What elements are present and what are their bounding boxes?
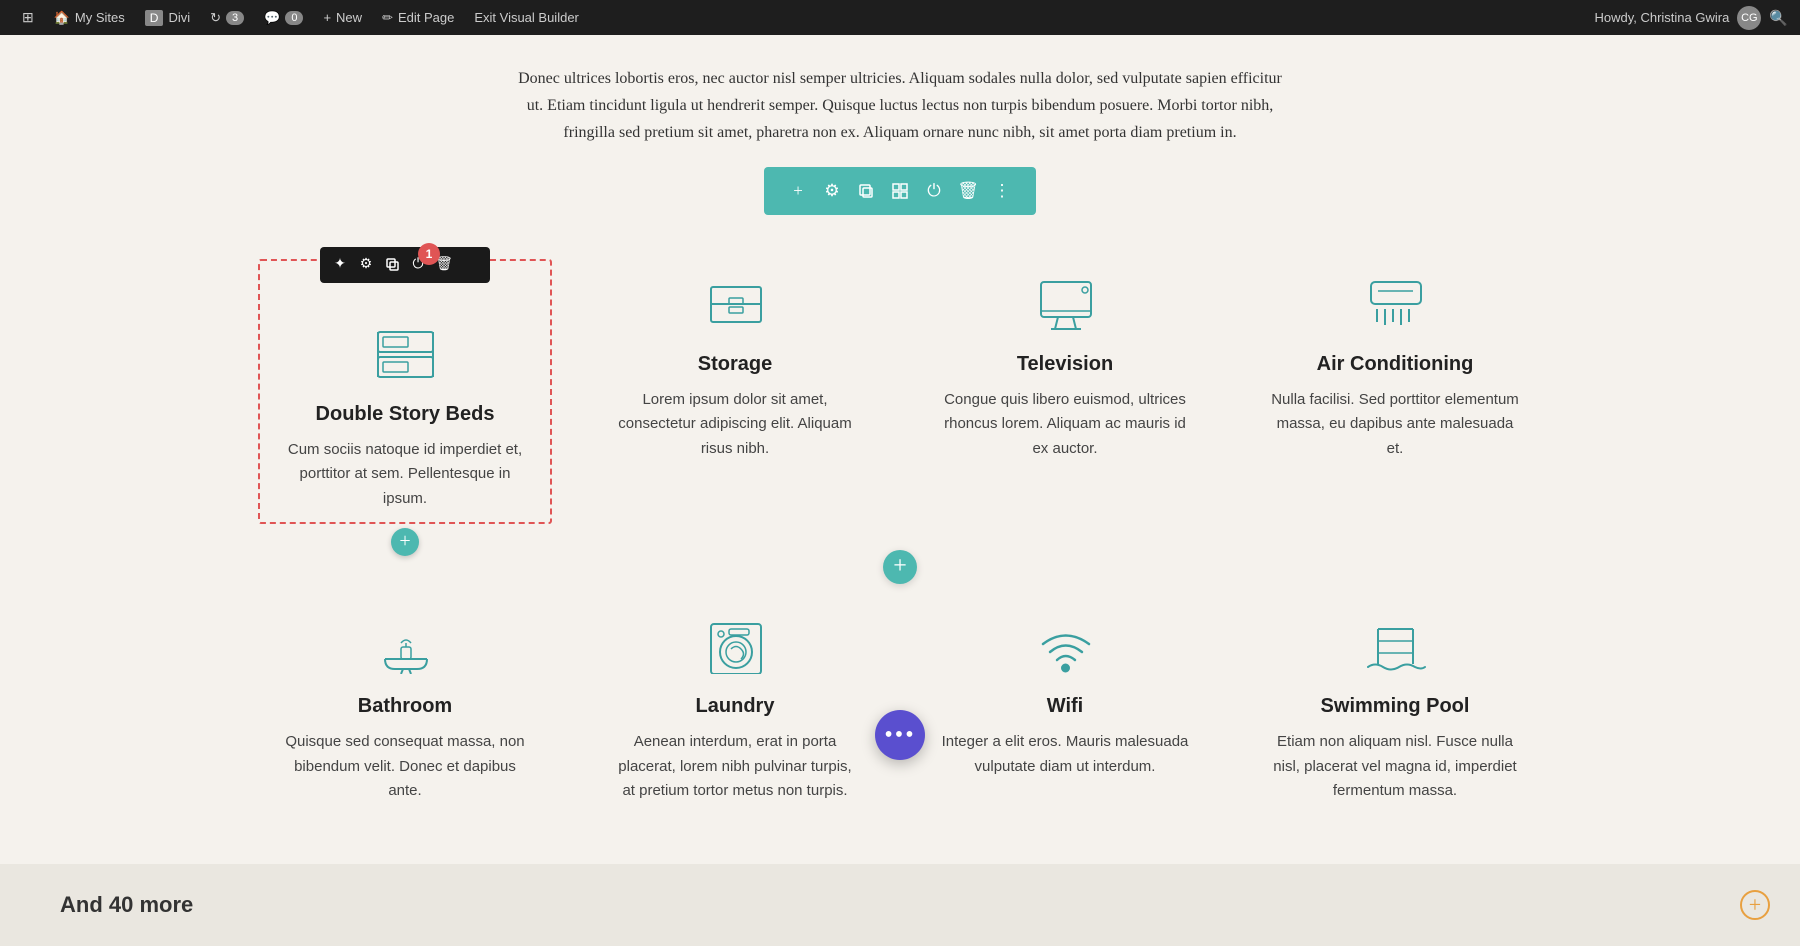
feature-laundry: Laundry Aenean interdum, erat in porta p… [570,587,900,834]
feature-title: Double Story Beds [316,403,495,426]
wordpress-icon: ⊞ [22,9,34,26]
feature-desc: Congue quis libero euismod, ultrices rho… [940,388,1190,462]
main-content: Donec ultrices lobortis eros, nec auctor… [0,35,1800,946]
admin-bar-right: Howdy, Christina Gwira CG 🔍 [1594,6,1788,30]
my-sites-label: My Sites [75,10,125,25]
feature-wifi: Wifi Integer a elit eros. Mauris malesua… [900,587,1230,834]
feature-title: Laundry [696,695,775,718]
add-row-btn[interactable]: + [883,550,917,584]
exit-builder-label: Exit Visual Builder [474,10,579,25]
laundry-icon [700,617,770,677]
updates-menu[interactable]: ↻ 3 [200,0,254,35]
edit-page-label: Edit Page [398,10,454,25]
feature-title: Wifi [1047,695,1083,718]
new-label: New [336,10,362,25]
divi-icon: D [145,10,164,26]
feature-air-conditioning: Air Conditioning Nulla facilisi. Sed por… [1230,245,1560,542]
feature-title: Storage [698,353,772,376]
home-icon: 🏠 [54,10,70,26]
toolbar-clone-icon[interactable] [852,177,880,205]
toolbar-delete-icon[interactable]: 🗑 [954,177,982,205]
toolbar-bar-container: + ⚙ ⏻ 🗑 ⋮ [0,167,1800,215]
feature-desc: Quisque sed consequat massa, non bibendu… [280,730,530,804]
feature-desc: Nulla facilisi. Sed porttitor elementum … [1270,388,1520,462]
features-row-1: ✦ ⚙ ⏻ 1 🗑 [240,245,1560,542]
plus-icon: + [323,10,331,25]
module-toolbar: ✦ ⚙ ⏻ 1 🗑 [320,247,490,283]
feature-swimming-pool: Swimming Pool Etiam non aliquam nisl. Fu… [1230,587,1560,834]
mt-move-icon[interactable]: ✦ [328,253,352,277]
feature-title: Swimming Pool [1321,695,1470,718]
divi-menu[interactable]: D Divi [135,0,200,35]
search-icon[interactable]: 🔍 [1769,9,1788,27]
toolbar-more-icon[interactable]: ⋮ [988,177,1016,205]
pencil-icon: ✏ [382,10,393,26]
feature-desc: Aenean interdum, erat in porta placerat,… [610,730,860,804]
toolbar-power-icon[interactable]: ⏻ [920,177,948,205]
feature-desc: Cum sociis natoque id imperdiet et, port… [280,438,530,512]
edit-page-btn[interactable]: ✏ Edit Page [372,0,464,35]
avatar: CG [1737,6,1761,30]
floating-more-btn[interactable]: ••• [875,710,925,760]
admin-bar: ⊞ 🏠 My Sites D Divi ↻ 3 💬 0 + New ✏ Edit… [0,0,1800,35]
toolbar-grid-icon[interactable] [886,177,914,205]
add-row-center: + [240,552,1560,582]
intro-paragraph: Donec ultrices lobortis eros, nec auctor… [510,65,1290,147]
ac-icon [1360,275,1430,335]
feature-title: Television [1017,353,1113,376]
feature-desc: Integer a elit eros. Mauris malesuada vu… [940,730,1190,780]
toolbar-settings-icon[interactable]: ⚙ [818,177,846,205]
feature-bathroom: Bathroom Quisque sed consequat massa, no… [240,587,570,834]
mt-settings-icon[interactable]: ⚙ [354,253,378,277]
and-more-section: And 40 more + [0,864,1800,946]
and-more-text: And 40 more [60,892,193,918]
mt-clone-icon[interactable] [380,253,404,277]
toolbar-add-icon[interactable]: + [784,177,812,205]
feature-storage: Storage Lorem ipsum dolor sit amet, cons… [570,245,900,542]
comments-menu[interactable]: 💬 0 [254,0,313,35]
feature-double-story-beds: ✦ ⚙ ⏻ 1 🗑 [240,245,570,542]
divi-label: Divi [168,10,190,25]
notification-badge: 1 [418,243,440,265]
wp-logo[interactable]: ⊞ [12,0,44,35]
feature-desc: Etiam non aliquam nisl. Fusce nulla nisl… [1270,730,1520,804]
feature-title: Bathroom [358,695,452,718]
comments-count: 0 [285,11,303,25]
updates-icon: ↻ [210,10,221,26]
updates-count: 3 [226,11,244,25]
feature-desc: Lorem ipsum dolor sit amet, consectetur … [610,388,860,462]
feature-title: Air Conditioning [1317,353,1474,376]
pool-icon [1360,617,1430,677]
intro-text: Donec ultrices lobortis eros, nec auctor… [490,65,1310,147]
user-greeting: Howdy, Christina Gwira [1594,10,1729,25]
my-sites-menu[interactable]: 🏠 My Sites [44,0,135,35]
new-menu[interactable]: + New [313,0,372,35]
bunk-bed-icon [370,325,440,385]
feature-television: Television Congue quis libero euismod, u… [900,245,1230,542]
bathroom-icon [370,617,440,677]
and-more-add-btn[interactable]: + [1740,890,1770,920]
comments-icon: 💬 [264,10,280,26]
add-module-btn[interactable]: + [391,528,419,556]
mt-power-icon[interactable]: ⏻ 1 [406,253,430,277]
more-dots-icon: ••• [884,722,915,749]
exit-builder-btn[interactable]: Exit Visual Builder [464,0,589,35]
section-toolbar: + ⚙ ⏻ 🗑 ⋮ [764,167,1036,215]
television-icon [1030,275,1100,335]
storage-icon [700,275,770,335]
wifi-icon [1030,617,1100,677]
